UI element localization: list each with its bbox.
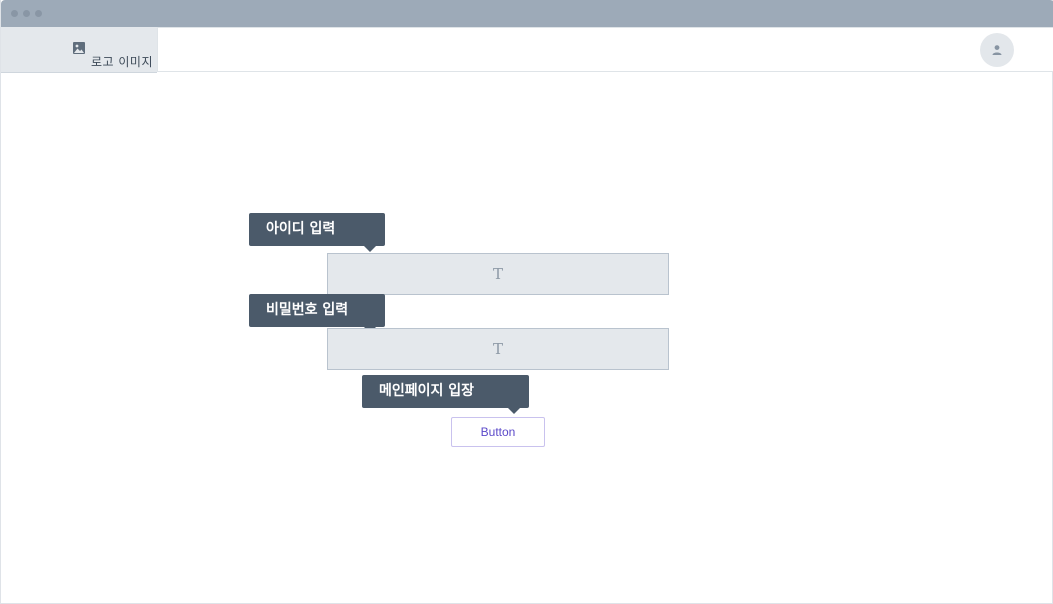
close-dot[interactable] bbox=[11, 10, 18, 17]
text-field-icon: T bbox=[492, 340, 503, 358]
minimize-dot[interactable] bbox=[23, 10, 30, 17]
user-icon bbox=[992, 45, 1002, 55]
window-titlebar bbox=[1, 0, 1053, 27]
window-controls bbox=[11, 10, 42, 17]
avatar[interactable] bbox=[980, 33, 1014, 67]
logo-text: 로고 이미지 bbox=[91, 55, 154, 69]
password-tooltip-label: 비밀번호 입력 bbox=[266, 302, 349, 318]
button-label: Button bbox=[480, 425, 516, 439]
text-field-icon: T bbox=[492, 265, 503, 283]
tooltip-arrow bbox=[508, 408, 520, 414]
password-input[interactable]: T bbox=[327, 328, 669, 370]
maximize-dot[interactable] bbox=[35, 10, 42, 17]
logo-area[interactable]: 로고 이미지 bbox=[1, 27, 157, 73]
tooltip-arrow bbox=[364, 246, 376, 252]
image-icon bbox=[73, 42, 85, 54]
id-input[interactable]: T bbox=[327, 253, 669, 295]
enter-tooltip-label: 메인페이지 입장 bbox=[379, 383, 475, 399]
top-header bbox=[157, 27, 1053, 72]
id-tooltip: 아이디 입력 bbox=[249, 213, 385, 252]
password-tooltip: 비밀번호 입력 bbox=[249, 294, 385, 333]
id-tooltip-label: 아이디 입력 bbox=[266, 221, 336, 237]
app-window: 로고 이미지 아이디 입력 T 비밀번호 입력 T 메인페이지 입장 Butto… bbox=[0, 0, 1053, 604]
enter-tooltip: 메인페이지 입장 bbox=[362, 375, 529, 414]
enter-main-page-button[interactable]: Button bbox=[451, 417, 545, 447]
